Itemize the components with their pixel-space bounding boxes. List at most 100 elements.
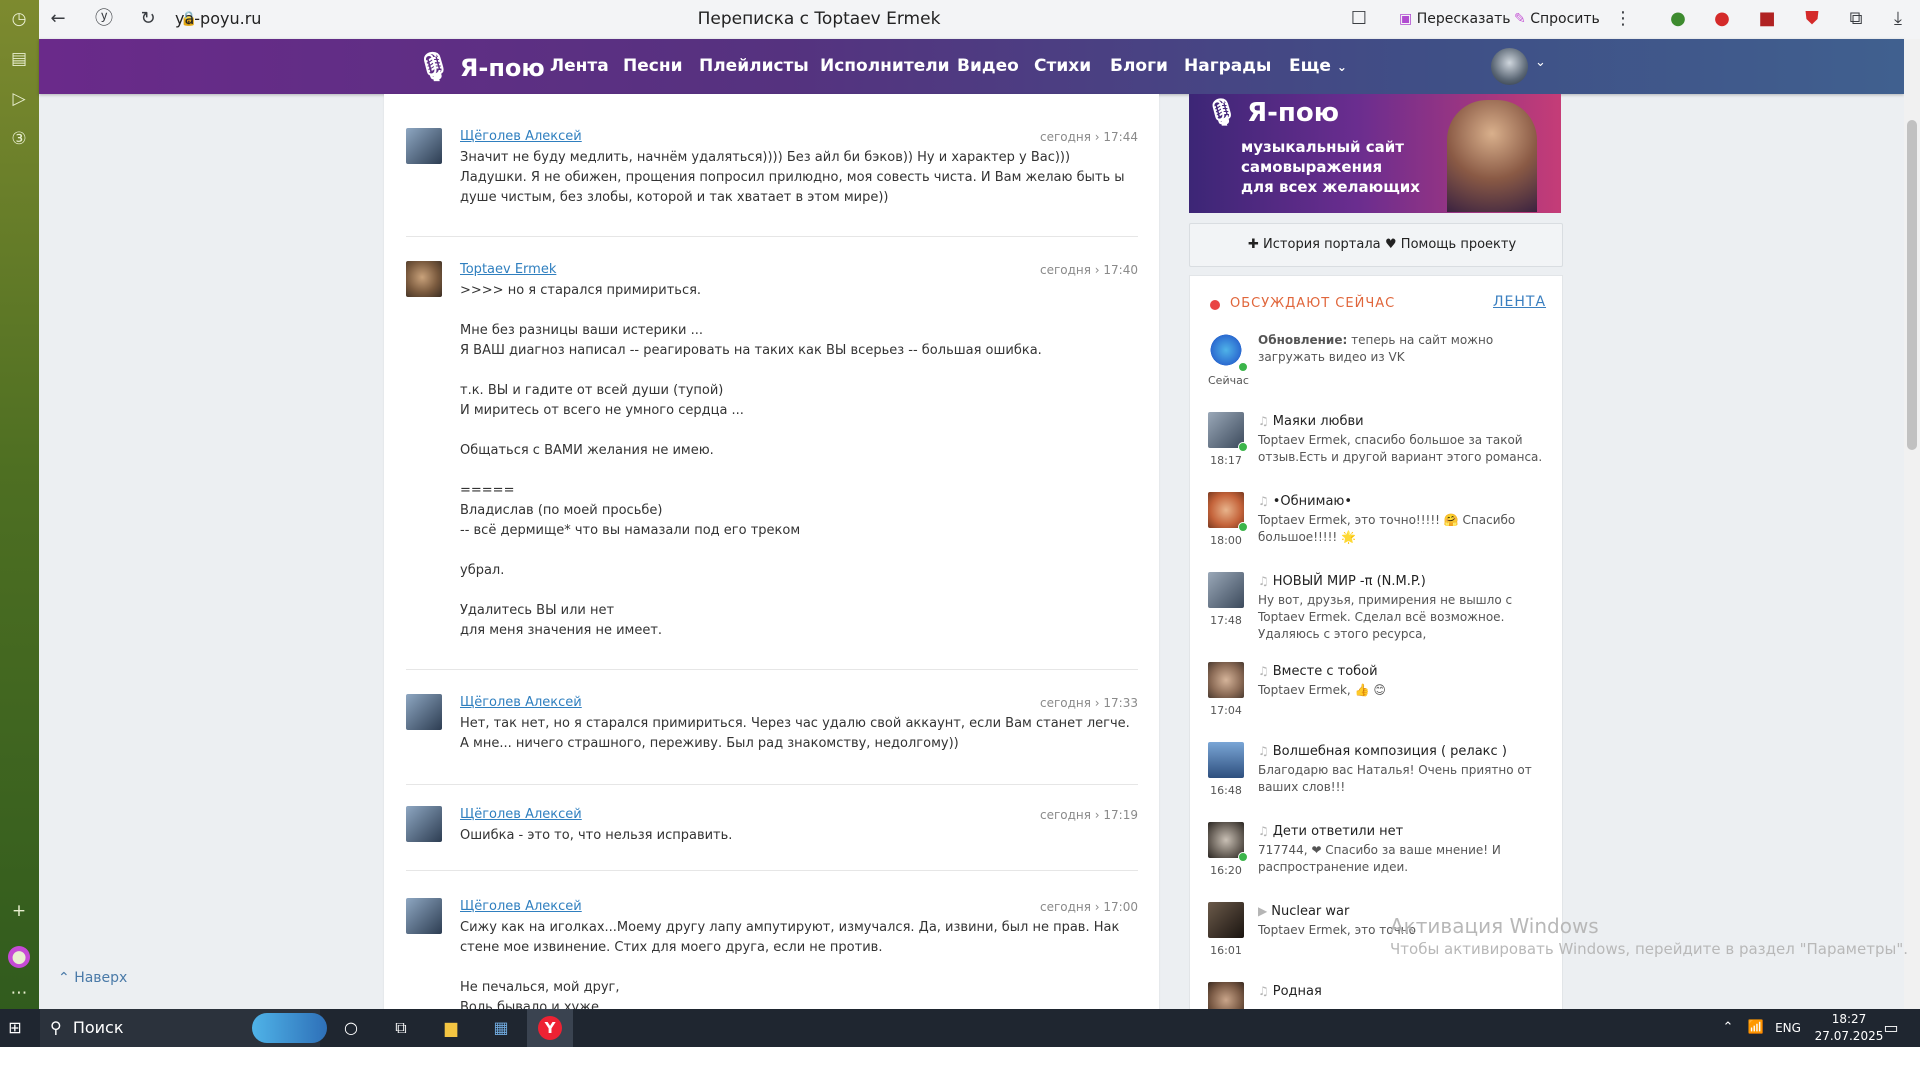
- wifi-icon[interactable]: 📶: [1744, 1009, 1768, 1047]
- discuss-title: ♫ Родная: [1258, 984, 1322, 999]
- scrollbar-thumb[interactable]: [1907, 120, 1917, 450]
- bookmark-icon[interactable]: ☐: [1346, 6, 1372, 32]
- tab-count-icon[interactable]: ③: [6, 126, 32, 152]
- author-link[interactable]: Щёголев Алексей: [460, 128, 582, 146]
- author-link[interactable]: Щёголев Алексей: [460, 898, 582, 916]
- reload-icon[interactable]: ↻: [135, 6, 161, 32]
- author-avatar[interactable]: [406, 806, 442, 842]
- history-icon[interactable]: ◷: [6, 6, 32, 32]
- discuss-title: ♫ Вместе с тобой: [1258, 664, 1378, 679]
- alice-icon[interactable]: ●: [8, 946, 30, 968]
- more-icon[interactable]: ⋯: [6, 980, 32, 1006]
- discuss-time: 16:48: [1210, 784, 1242, 797]
- search-highlight-image: [252, 1013, 327, 1043]
- banner-person-image: [1447, 100, 1537, 212]
- feed-link[interactable]: ЛЕНТА: [1493, 294, 1546, 310]
- discuss-text: Благодарю вас Наталья! Очень приятно от …: [1258, 763, 1532, 794]
- author-avatar[interactable]: [406, 898, 442, 934]
- discuss-text: Обновление: теперь на сайт можно загружа…: [1258, 332, 1548, 366]
- yandex-browser-taskbar-icon[interactable]: Y: [527, 1009, 573, 1049]
- notifications-icon[interactable]: ▭: [1876, 1009, 1906, 1047]
- nav-artists[interactable]: Исполнители: [820, 39, 950, 94]
- promo-banner[interactable]: 🎙 Я-пою музыкальный сайт самовыражения д…: [1189, 94, 1561, 213]
- add-panel-icon[interactable]: +: [6, 898, 32, 924]
- author-link[interactable]: Щёголев Алексей: [460, 806, 582, 824]
- author-link[interactable]: Щёголев Алексей: [460, 694, 582, 712]
- discuss-text: Ну вот, друзья, примирения не вышло с To…: [1258, 593, 1513, 641]
- message-item: Toptaev Ermek сегодня › 17:40 >>>> но я …: [406, 261, 1138, 670]
- calculator-icon[interactable]: ▦: [483, 1009, 519, 1047]
- message-time: сегодня › 17:33: [1040, 696, 1138, 710]
- file-explorer-icon[interactable]: ▆: [433, 1009, 469, 1047]
- message-item: Щёголев Алексей сегодня › 17:44 Значит н…: [406, 128, 1138, 237]
- extension-frog-icon[interactable]: ●: [1665, 6, 1691, 32]
- back-to-top-link[interactable]: ⌃ Наверх: [58, 970, 127, 986]
- back-icon[interactable]: ←: [45, 6, 71, 32]
- download-icon[interactable]: ⤓: [1885, 6, 1911, 32]
- heart-icon: ♥: [1385, 237, 1397, 252]
- discuss-item[interactable]: 16:48 ♫ Волшебная композиция ( релакс ) Б…: [1208, 742, 1548, 820]
- discuss-item[interactable]: 18:00 ♫ •Обнимаю• Toptaev Ermek, это точн…: [1208, 492, 1548, 570]
- extension-mail-icon[interactable]: ■: [1754, 6, 1780, 32]
- discuss-title: ♫ •Обнимаю•: [1258, 494, 1353, 509]
- online-indicator: [1238, 362, 1248, 372]
- nav-songs[interactable]: Песни: [623, 39, 683, 94]
- message-time: сегодня › 17:19: [1040, 808, 1138, 822]
- nav-poems[interactable]: Стихи: [1034, 39, 1091, 94]
- page-title: Переписка с Toptaev Ermek: [697, 9, 941, 29]
- nav-playlists[interactable]: Плейлисты: [699, 39, 809, 94]
- start-icon[interactable]: ⊞: [0, 1009, 30, 1047]
- author-link[interactable]: Toptaev Ermek: [460, 261, 556, 279]
- yandex-icon[interactable]: ⓨ: [91, 6, 117, 32]
- menu-kebab-icon[interactable]: ⋮: [1613, 6, 1633, 32]
- extension-red-icon[interactable]: ●: [1709, 6, 1735, 32]
- language-indicator[interactable]: ENG: [1768, 1009, 1808, 1047]
- nav-feed[interactable]: Лента: [550, 39, 609, 94]
- video-icon[interactable]: ▷: [6, 86, 32, 112]
- portal-links: ✚ История портала ♥ Помощь проекту: [1189, 223, 1563, 267]
- discuss-avatar: [1208, 902, 1244, 938]
- user-menu-chevron-icon[interactable]: ⌄: [1535, 55, 1546, 70]
- discuss-text: 717744, ❤ Спасибо за ваше мнение! И расп…: [1258, 843, 1501, 874]
- discuss-avatar: [1208, 662, 1244, 698]
- discuss-heading: ОБСУЖДАЮТ СЕЙЧАС: [1230, 296, 1396, 311]
- ask-button[interactable]: ✎ Спросить: [1514, 6, 1624, 32]
- music-note-icon: ♫: [1258, 744, 1269, 758]
- help-project-link[interactable]: ♥ Помощь проекту: [1385, 224, 1516, 266]
- message-text: Нет, так нет, но я старался примириться.…: [460, 716, 1134, 751]
- nav-more[interactable]: Еще ⌄: [1289, 39, 1347, 94]
- music-note-icon: ♫: [1258, 824, 1269, 838]
- shield-icon[interactable]: ⛊: [1799, 6, 1825, 32]
- discuss-time: 16:20: [1210, 864, 1242, 877]
- discuss-item[interactable]: 16:20 ♫ Дети ответили нет 717744, ❤ Спаси…: [1208, 822, 1548, 900]
- collections-icon[interactable]: ▤: [6, 46, 32, 72]
- tray-chevron-up-icon[interactable]: ⌃: [1716, 1009, 1740, 1047]
- nav-blogs[interactable]: Блоги: [1110, 39, 1168, 94]
- activation-watermark-text: Чтобы активировать Windows, перейдите в …: [1390, 940, 1908, 958]
- history-link[interactable]: ✚ История портала: [1248, 224, 1381, 266]
- cortana-icon[interactable]: ○: [333, 1009, 369, 1047]
- site-logo[interactable]: 🎙 Я-пою: [416, 44, 545, 90]
- music-note-icon: ♫: [1258, 984, 1269, 998]
- discuss-time: 17:48: [1210, 614, 1242, 627]
- author-avatar[interactable]: [406, 261, 442, 297]
- discuss-title: ♫ НОВЫЙ МИР -π (N.M.P.): [1258, 574, 1426, 589]
- video-camera-icon: ▶: [1258, 904, 1268, 918]
- user-avatar[interactable]: [1491, 48, 1528, 85]
- address-bar[interactable]: ya-poyu.ru: [175, 6, 420, 32]
- task-view-icon[interactable]: ⧉: [383, 1009, 419, 1047]
- microphone-icon: 🎙: [416, 50, 452, 83]
- nav-video[interactable]: Видео: [957, 39, 1019, 94]
- discuss-item[interactable]: Сейчас Обновление: теперь на сайт можно …: [1208, 332, 1548, 410]
- search-icon: ⚲: [50, 1018, 62, 1037]
- extensions-icon[interactable]: ⧉: [1843, 6, 1869, 32]
- taskbar-search[interactable]: ⚲ Поиск: [40, 1009, 327, 1047]
- message-item: Щёголев Алексей сегодня › 17:33 Нет, так…: [406, 694, 1138, 785]
- discuss-item[interactable]: 18:17 ♫ Маяки любви Toptaev Ermek, спасиб…: [1208, 412, 1548, 490]
- nav-awards[interactable]: Награды: [1184, 39, 1271, 94]
- author-avatar[interactable]: [406, 128, 442, 164]
- author-avatar[interactable]: [406, 694, 442, 730]
- discuss-item[interactable]: 17:04 ♫ Вместе с тобой Toptaev Ermek, 👍 😊: [1208, 662, 1548, 740]
- discuss-item[interactable]: 17:48 ♫ НОВЫЙ МИР -π (N.M.P.) Ну вот, дру…: [1208, 572, 1548, 658]
- browser-sidebar: ◷ ▤ ▷ ③ + ● ⋯: [0, 0, 39, 1047]
